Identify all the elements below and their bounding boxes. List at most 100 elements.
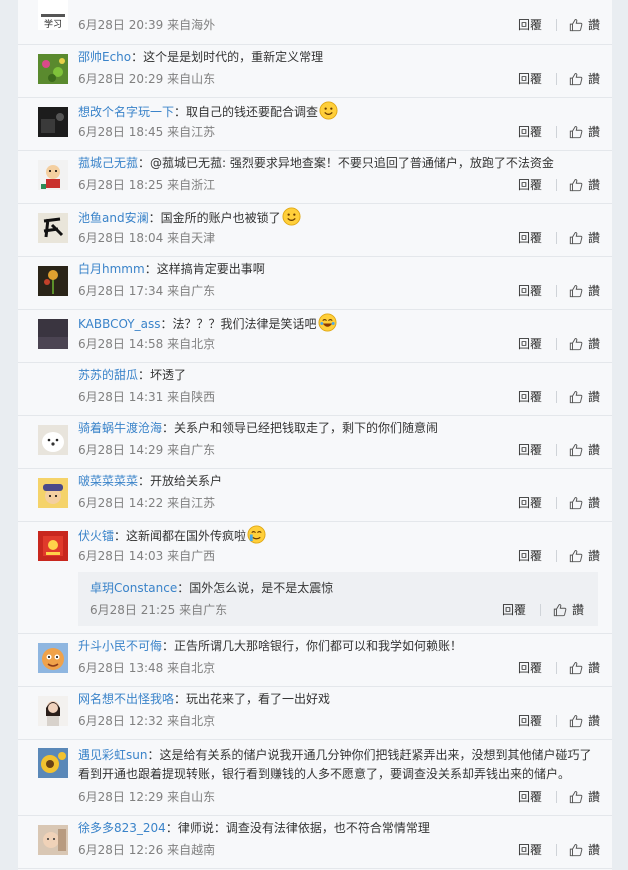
like-button[interactable]: 讚 <box>569 442 600 458</box>
comment-username[interactable]: 池鱼and安澜 <box>78 211 149 225</box>
user-avatar[interactable]: 学习 <box>38 0 68 30</box>
comment-item: 白月hmmm：这样搞肯定要出事啊 6月28日 17:34 来自广东 回覆 讚 <box>18 256 612 310</box>
comment-content: 啵菜菜菜菜：开放给关系户 <box>78 472 600 491</box>
reply-button[interactable]: 回覆 <box>518 71 542 87</box>
thumbs-up-icon <box>569 550 583 563</box>
cry-emoji <box>246 525 266 544</box>
action-divider <box>555 19 557 31</box>
comment-username[interactable]: 遇见彩虹sun <box>78 748 147 762</box>
comment-timestamp: 6月28日 14:29 来自广东 <box>78 443 216 457</box>
comment-username[interactable]: 徐多多823_204 <box>78 821 166 835</box>
reply-button[interactable]: 回覆 <box>518 548 542 564</box>
like-button[interactable]: 讚 <box>569 177 600 193</box>
user-avatar[interactable] <box>38 319 68 349</box>
like-label: 讚 <box>587 125 600 139</box>
comment-item: 徐多多823_204：律师说：调查没有法律依据，也不符合常情常理 6月28日 12… <box>18 815 612 869</box>
reply-button[interactable]: 回覆 <box>518 660 542 676</box>
user-avatar[interactable] <box>38 825 68 855</box>
reply-button[interactable]: 回覆 <box>518 442 542 458</box>
user-avatar[interactable] <box>38 748 68 778</box>
comment-actions: 回覆 讚 <box>518 842 600 858</box>
like-label: 讚 <box>587 714 600 728</box>
reply-button[interactable]: 回覆 <box>518 230 542 246</box>
user-avatar[interactable] <box>38 372 68 402</box>
comment-text: 取自己的钱还要配合调查 <box>186 105 319 119</box>
comment-username[interactable]: 白月hmmm <box>78 262 145 276</box>
svg-text:学习: 学习 <box>44 18 62 30</box>
comment-username[interactable]: 想改个名字玩一下 <box>78 105 174 119</box>
reply-button[interactable]: 回覆 <box>518 336 542 352</box>
like-button[interactable]: 讚 <box>569 789 600 805</box>
comment-username[interactable]: 啵菜菜菜菜 <box>78 474 138 488</box>
comment-item: 骑着蜗牛渡沧海：关系户和领导已经把钱取走了，剩下的你们随意闹 6月28日 14:2… <box>18 415 612 469</box>
reply-button[interactable]: 回覆 <box>518 177 542 193</box>
user-avatar[interactable] <box>38 107 68 137</box>
like-label: 讚 <box>587 337 600 351</box>
reply-button[interactable]: 回覆 <box>518 842 542 858</box>
thumbs-up-icon <box>569 73 583 86</box>
user-avatar[interactable] <box>38 213 68 243</box>
like-button[interactable]: 讚 <box>569 336 600 352</box>
comment-item: 升斗小民不可侮：正告所谓几大那啥银行，你们都可以和我学如何赖账！ 6月28日 13… <box>18 633 612 687</box>
user-avatar[interactable] <box>38 696 68 726</box>
action-divider <box>539 604 541 616</box>
like-button[interactable]: 讚 <box>569 230 600 246</box>
action-divider <box>555 791 557 803</box>
user-avatar[interactable] <box>38 425 68 455</box>
comment-username[interactable]: 苏苏的甜瓜 <box>78 368 138 382</box>
like-label: 讚 <box>587 661 600 675</box>
like-button[interactable]: 讚 <box>569 660 600 676</box>
like-button[interactable]: 讚 <box>553 602 584 618</box>
user-avatar[interactable] <box>38 266 68 296</box>
reply-text: 国外怎么说，是不是太震惊 <box>189 581 334 595</box>
colon: ： <box>160 317 173 331</box>
reply-button[interactable]: 回覆 <box>518 495 542 511</box>
user-avatar[interactable] <box>38 160 68 190</box>
user-avatar[interactable] <box>38 478 68 508</box>
comment-timestamp: 6月28日 12:26 来自越南 <box>78 843 216 857</box>
reply-username[interactable]: 卓玥Constance <box>90 581 177 595</box>
comment-username[interactable]: 骑着蜗牛渡沧海 <box>78 421 162 435</box>
reply-content: 卓玥Constance：国外怎么说，是不是太震惊 <box>90 579 588 598</box>
comment-text: 玩出花来了，看了一出好戏 <box>186 692 331 706</box>
reply-button[interactable]: 回覆 <box>518 124 542 140</box>
like-button[interactable]: 讚 <box>569 842 600 858</box>
comment-timestamp: 6月28日 20:29 来自山东 <box>78 72 216 86</box>
comment-text: 律师说：调查没有法律依据，也不符合常情常理 <box>177 821 430 835</box>
action-divider <box>555 662 557 674</box>
reply-button[interactable]: 回覆 <box>518 713 542 729</box>
comment-content: 遇见彩虹sun：这是给有关系的储户说我开通几分钟你们把钱赶紧弄出来，没想到其他储… <box>78 746 600 784</box>
thumbs-up-icon <box>569 497 583 510</box>
comment-username[interactable]: 网名想不出怪我咯 <box>78 692 174 706</box>
colon: ： <box>114 529 127 543</box>
like-button[interactable]: 讚 <box>569 17 600 33</box>
reply-button[interactable]: 回覆 <box>518 789 542 805</box>
comment-actions: 回覆 讚 <box>518 177 600 193</box>
like-button[interactable]: 讚 <box>569 713 600 729</box>
reply-button[interactable]: 回覆 <box>502 602 526 618</box>
comment-username[interactable]: 伏火镭 <box>78 529 114 543</box>
reply-button[interactable]: 回覆 <box>518 17 542 33</box>
like-button[interactable]: 讚 <box>569 71 600 87</box>
comment-username[interactable]: 菰城己无菰 <box>78 156 138 170</box>
thumbs-up-icon <box>569 126 583 139</box>
like-button[interactable]: 讚 <box>569 124 600 140</box>
like-button[interactable]: 讚 <box>569 389 600 405</box>
like-button[interactable]: 讚 <box>569 548 600 564</box>
comment-username[interactable]: 升斗小民不可侮 <box>78 639 162 653</box>
like-button[interactable]: 讚 <box>569 495 600 511</box>
comment-actions: 回覆 讚 <box>518 283 600 299</box>
reply-button[interactable]: 回覆 <box>518 389 542 405</box>
reply-button[interactable]: 回覆 <box>518 283 542 299</box>
user-avatar[interactable] <box>38 531 68 561</box>
action-divider <box>555 550 557 562</box>
user-avatar[interactable] <box>38 643 68 673</box>
comment-username[interactable]: KABBCOY_ass <box>78 317 160 331</box>
action-divider <box>555 338 557 350</box>
comment-text: 开放给关系户 <box>150 474 223 488</box>
thumbs-up-icon <box>569 285 583 298</box>
colon: ： <box>138 368 151 382</box>
user-avatar[interactable] <box>38 54 68 84</box>
comment-username[interactable]: 邵帅Echo <box>78 50 131 64</box>
like-button[interactable]: 讚 <box>569 283 600 299</box>
